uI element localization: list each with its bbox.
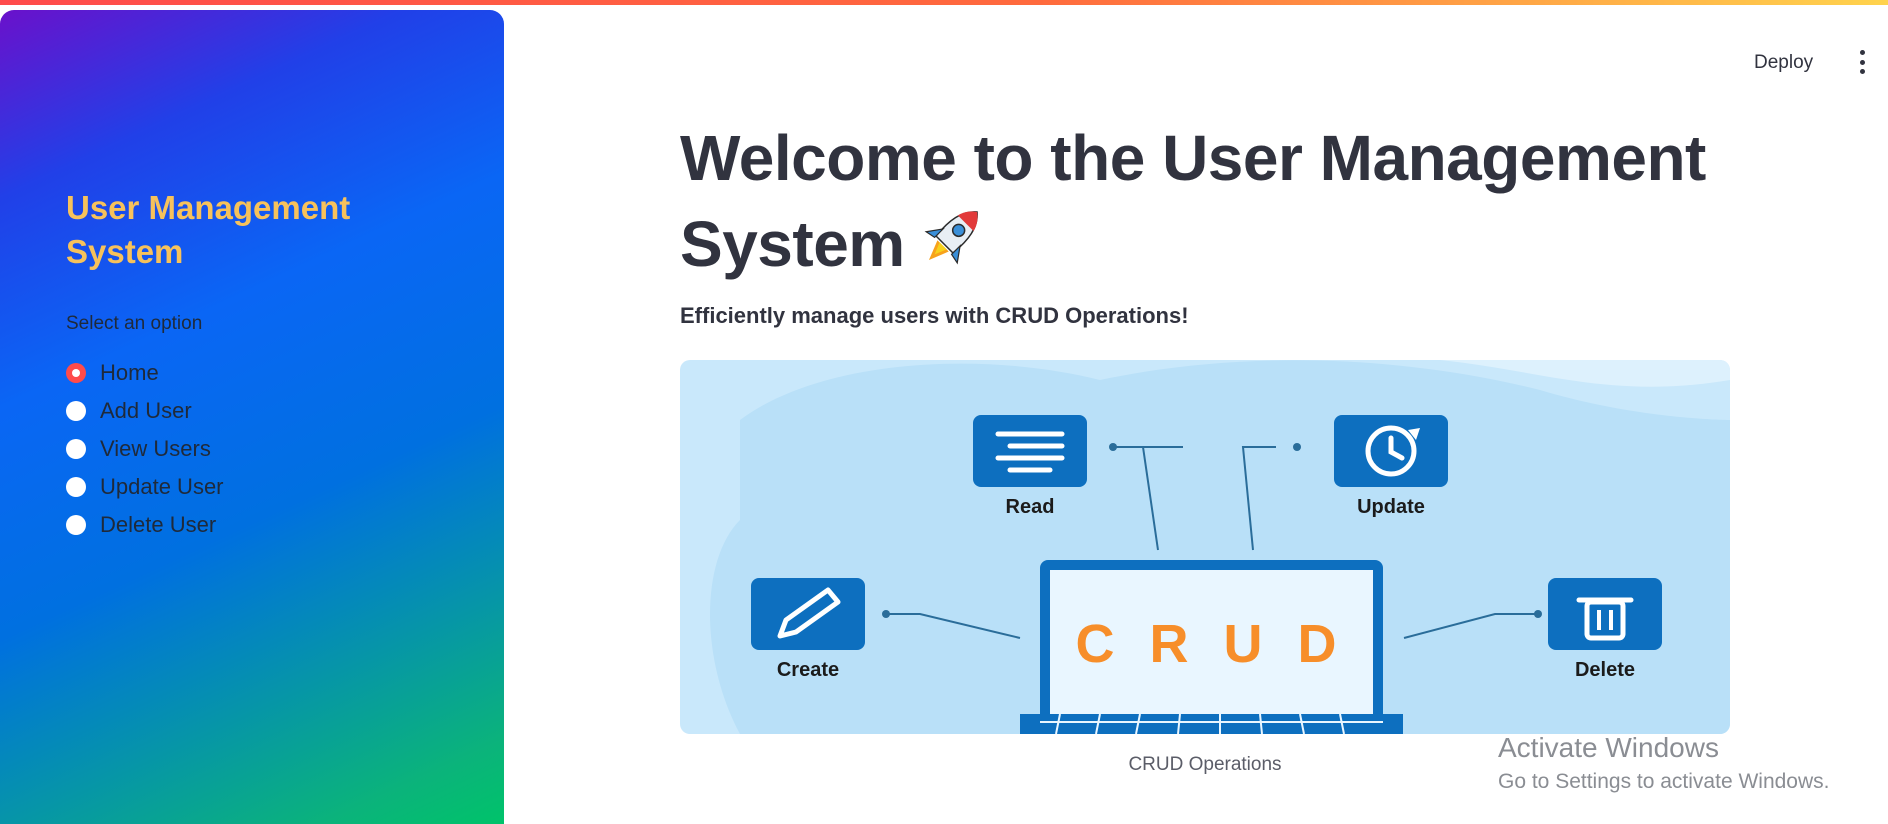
radio-option-label: Update User [100, 474, 224, 499]
radio-option-delete-user[interactable]: Delete User [66, 506, 224, 544]
radio-unselected-icon[interactable] [66, 439, 86, 459]
sidebar-title: User Management System [66, 189, 351, 270]
radio-option-home[interactable]: Home [66, 354, 224, 392]
radio-unselected-icon[interactable] [66, 401, 86, 421]
crud-center-text: C R U D [1076, 614, 1347, 674]
page-title: Welcome to the User Management System [680, 118, 1780, 284]
sidebar: User Management System Select an option … [0, 10, 504, 824]
radio-group-label: Select an option [66, 313, 203, 334]
navigation-radio-group: Home Add User View Users Update User Del… [66, 354, 224, 544]
radio-selected-icon[interactable] [66, 363, 86, 383]
crud-operations-image: Read Update Create Delete C R U D [680, 360, 1730, 734]
crud-item-create: Create [777, 659, 839, 681]
radio-option-update-user[interactable]: Update User [66, 468, 224, 506]
page-title-text: Welcome to the User Management System [680, 122, 1706, 280]
activate-windows-title: Activate Windows [1498, 732, 1719, 763]
radio-option-label: Add User [100, 398, 192, 423]
rocket-icon [915, 198, 991, 274]
crud-item-read: Read [1006, 496, 1055, 518]
crud-item-update: Update [1357, 496, 1425, 518]
radio-option-label: Home [100, 360, 159, 385]
page-subtitle: Efficiently manage users with CRUD Opera… [680, 303, 1189, 328]
deploy-button[interactable]: Deploy [1748, 48, 1819, 78]
top-decoration-stripe [0, 0, 1888, 5]
activate-windows-subtitle: Go to Settings to activate Windows. [1498, 770, 1830, 793]
kebab-menu-icon[interactable] [1852, 50, 1872, 74]
radio-option-add-user[interactable]: Add User [66, 392, 224, 430]
radio-unselected-icon[interactable] [66, 477, 86, 497]
crud-item-delete: Delete [1575, 659, 1635, 681]
radio-option-label: Delete User [100, 512, 217, 537]
radio-option-label: View Users [100, 436, 211, 461]
radio-option-view-users[interactable]: View Users [66, 430, 224, 468]
radio-unselected-icon[interactable] [66, 515, 86, 535]
